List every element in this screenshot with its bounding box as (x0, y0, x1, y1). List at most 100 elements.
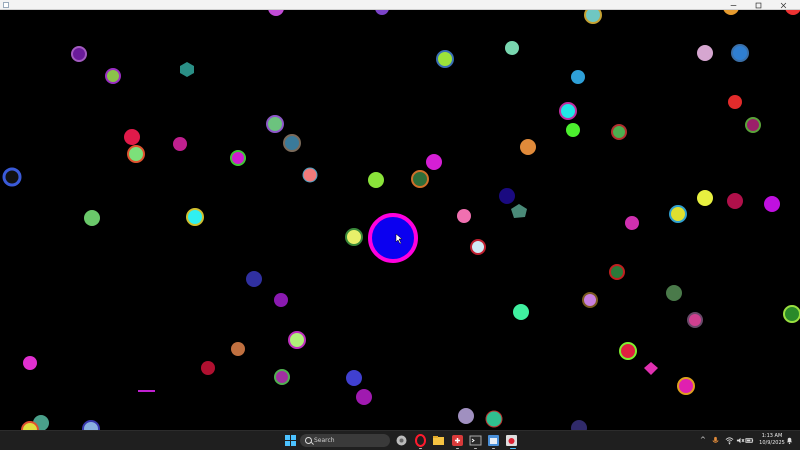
running-indicator (419, 448, 422, 449)
cell (457, 209, 471, 223)
windows-logo-icon (285, 435, 290, 440)
cell (246, 271, 262, 287)
minimize-button[interactable] (722, 0, 744, 10)
cell (266, 115, 284, 133)
cell (697, 45, 713, 61)
cell (138, 390, 155, 392)
start-button[interactable] (284, 434, 297, 447)
game-canvas[interactable] (0, 10, 800, 430)
cell (2, 167, 22, 187)
windows-logo-icon (291, 435, 296, 440)
cell (426, 154, 442, 170)
cell (619, 342, 637, 360)
cell (783, 305, 800, 323)
terminal-icon[interactable] (469, 434, 482, 447)
window-titlebar[interactable] (0, 0, 800, 10)
windows-logo-icon (291, 441, 296, 446)
windows-logo-icon (285, 441, 290, 446)
cell (687, 312, 703, 328)
cell (697, 190, 713, 206)
cell (666, 285, 682, 301)
opera-browser-icon[interactable] (414, 434, 427, 447)
cell (505, 41, 519, 55)
cell (499, 188, 515, 204)
cell (274, 369, 290, 385)
maximize-icon (755, 2, 761, 8)
cell (186, 208, 204, 226)
minimize-icon (730, 4, 736, 6)
cell (511, 204, 527, 218)
cell (124, 129, 140, 145)
close-button[interactable] (772, 0, 794, 10)
cell (513, 304, 529, 320)
cell (727, 193, 743, 209)
cell (785, 10, 800, 15)
game-field (2, 10, 800, 430)
cell (346, 370, 362, 386)
cell (231, 342, 245, 356)
cell (71, 46, 87, 62)
maximize-button[interactable] (747, 0, 769, 10)
cell (609, 264, 625, 280)
cell (127, 145, 145, 163)
cell (677, 377, 695, 395)
copilot-icon[interactable] (395, 434, 408, 447)
file-explorer-icon[interactable] (432, 434, 445, 447)
cell (180, 62, 194, 77)
cell (105, 68, 121, 84)
cell (764, 196, 780, 212)
game-window-icon[interactable] (505, 434, 518, 447)
cell (283, 134, 301, 152)
cell (470, 239, 486, 255)
cell (571, 70, 585, 84)
close-icon (780, 2, 786, 8)
cell (302, 167, 318, 183)
cell (485, 410, 503, 428)
active-indicator (510, 448, 516, 449)
cell (625, 216, 639, 230)
wifi-icon[interactable] (725, 436, 734, 445)
cell (731, 44, 749, 62)
cell (345, 228, 363, 246)
chevron-up-icon[interactable]: ^ (700, 435, 706, 446)
cell (21, 421, 39, 430)
notification-bell-icon[interactable] (785, 436, 794, 445)
cell (611, 124, 627, 140)
cell (230, 150, 246, 166)
app-grid-icon[interactable] (451, 434, 464, 447)
microphone-icon[interactable] (711, 436, 720, 445)
cell (584, 10, 602, 24)
cell (723, 10, 739, 15)
cell (436, 50, 454, 68)
taskbar: Search ^ 1:13 AM 10/9/2025 (0, 430, 800, 450)
player-blob[interactable] (368, 213, 418, 263)
cell (566, 123, 580, 137)
cell (458, 408, 474, 424)
cell (356, 389, 372, 405)
app-icon (3, 2, 9, 8)
running-indicator (456, 448, 459, 449)
search-icon (305, 437, 312, 444)
volume-muted-icon[interactable] (736, 436, 745, 445)
cell (84, 210, 100, 226)
cell (728, 95, 742, 109)
cell (644, 362, 658, 375)
cell (582, 292, 598, 308)
cell (520, 139, 536, 155)
cell (559, 102, 577, 120)
cell (368, 172, 384, 188)
search-placeholder: Search (314, 437, 335, 444)
cell (23, 356, 37, 370)
cell (375, 10, 389, 15)
running-indicator (492, 448, 495, 449)
cell (173, 137, 187, 151)
app-window-icon[interactable] (487, 434, 500, 447)
cell (288, 331, 306, 349)
cell (82, 420, 100, 430)
cell (268, 10, 284, 16)
running-indicator (474, 448, 477, 449)
cell (274, 293, 288, 307)
taskbar-search[interactable]: Search (300, 434, 390, 447)
cell (201, 361, 215, 375)
cell (745, 117, 761, 133)
